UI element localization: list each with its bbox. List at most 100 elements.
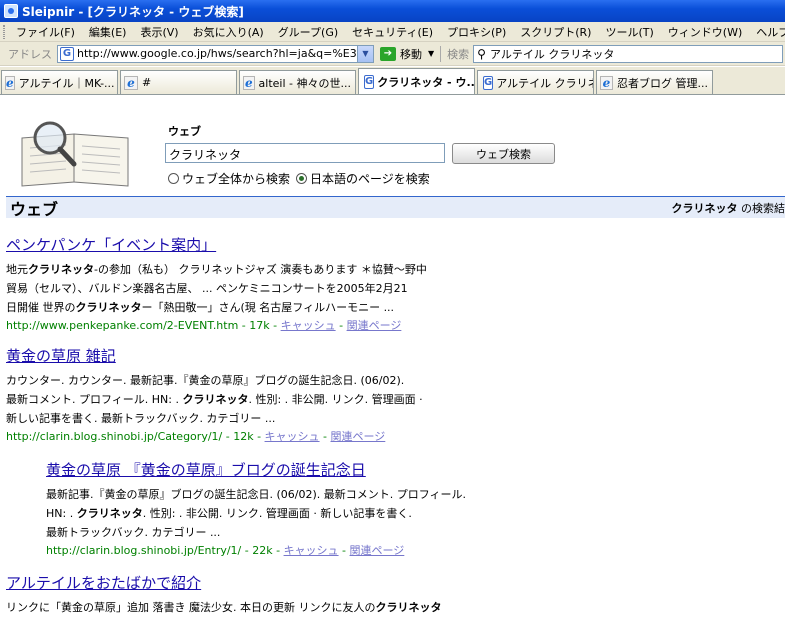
result-cache-link[interactable]: キャッシュ: [265, 430, 320, 443]
sleipnir-app-icon: [4, 4, 18, 18]
result-snippet-line: 最新コメント. プロフィール. HN: . クラリネッタ. 性別: . 非公開.…: [6, 390, 423, 409]
menu-security[interactable]: セキュリティ(E): [345, 24, 440, 40]
toolbar-grip[interactable]: [3, 25, 5, 39]
google-icon: G: [483, 76, 493, 90]
go-label: 移動: [400, 46, 422, 62]
web-search-button[interactable]: ウェブ検索: [452, 143, 555, 164]
query-highlight: クラリネッタ: [76, 301, 142, 314]
result-snippet-line: 地元クラリネッタ-の参加（私も） クラリネットジャズ 演奏もあります ＊協賛～野…: [6, 260, 427, 279]
radio-all-web-label[interactable]: ウェブ全体から検索: [182, 170, 290, 187]
result-related-link[interactable]: 関連ページ: [347, 319, 402, 332]
toolbar-search-input[interactable]: ⚲ アルテイル クラリネッタ: [473, 45, 783, 63]
result-url-line: http://clarin.blog.shinobi.jp/Entry/1/ -…: [46, 542, 466, 560]
ie-icon: e: [5, 76, 15, 90]
google-favicon-icon: G: [60, 47, 74, 61]
search-result-indented: 黄金の草原 『黄金の草原』ブログの誕生記念日 最新記事.『黄金の草原』ブログの誕…: [46, 459, 466, 560]
result-snippet-line: 最新記事.『黄金の草原』ブログの誕生記念日. (06/02). 最新コメント. …: [46, 485, 466, 504]
result-snippet-line: 新しい記事を書く. 最新トラックバック. カテゴリー ...: [6, 409, 423, 428]
tab-alteil-clarinetta[interactable]: G アルテイル クラリネ...: [477, 70, 594, 94]
book-magnifier-logo-icon: [16, 116, 136, 188]
menu-edit[interactable]: 編集(E): [82, 24, 134, 40]
address-input[interactable]: G http://www.google.co.jp/hws/search?hl=…: [57, 45, 374, 63]
ie-icon: e: [600, 76, 613, 90]
query-highlight: クラリネッタ: [375, 601, 441, 614]
search-result: ペンケパンケ「イベント案内」 地元クラリネッタ-の参加（私も） クラリネットジャ…: [6, 234, 427, 335]
address-label: アドレス: [8, 46, 52, 62]
search-result: 黄金の草原 雑記 カウンター. カウンター. 最新記事.『黄金の草原』ブログの誕…: [6, 345, 423, 446]
menu-file[interactable]: ファイル(F): [9, 24, 82, 40]
result-cache-link[interactable]: キャッシュ: [281, 319, 336, 332]
menu-bar: ファイル(F) 編集(E) 表示(V) お気に入り(A) グループ(G) セキュ…: [0, 22, 785, 42]
result-title-link[interactable]: アルテイルをおたばかで紹介: [6, 572, 441, 593]
ie-icon: e: [243, 76, 255, 90]
result-related-link[interactable]: 関連ページ: [350, 544, 405, 557]
window-title: Sleipnir - [クラリネッタ - ウェブ検索]: [22, 3, 244, 20]
search-label: 検索: [447, 46, 469, 62]
tab-label: アルテイル｜MK-...: [19, 75, 115, 91]
menu-view[interactable]: 表示(V): [133, 24, 185, 40]
radio-japanese-pages[interactable]: [296, 173, 307, 184]
tab-label: クラリネッタ - ウ...: [377, 74, 475, 90]
tab-label: 忍者ブログ 管理...: [617, 75, 708, 91]
result-url: http://clarin.blog.shinobi.jp/Category/1…: [6, 430, 254, 443]
address-dropdown-button[interactable]: ▼: [357, 46, 373, 62]
search-scope-radios: ウェブ全体から検索 日本語のページを検索: [168, 170, 436, 187]
result-url-line: http://clarin.blog.shinobi.jp/Category/1…: [6, 428, 423, 446]
address-url[interactable]: http://www.google.co.jp/hws/search?hl=ja…: [77, 47, 357, 60]
address-toolbar: アドレス G http://www.google.co.jp/hws/searc…: [0, 42, 785, 66]
radio-all-web[interactable]: [168, 173, 179, 184]
query-highlight: クラリネッタ: [77, 507, 143, 520]
radio-japanese-pages-label[interactable]: 日本語のページを検索: [310, 170, 430, 187]
tab-bar: e アルテイル｜MK-... e # e alteil - 神々の世... G …: [0, 67, 785, 95]
toolbar-separator: [440, 46, 441, 62]
result-cache-link[interactable]: キャッシュ: [284, 544, 339, 557]
result-title-link[interactable]: 黄金の草原 『黄金の草原』ブログの誕生記念日: [46, 459, 466, 480]
result-snippet-line: HN: . クラリネッタ. 性別: . 非公開. リンク. 管理画面 · 新しい…: [46, 504, 466, 523]
menu-help[interactable]: ヘルプ(H): [749, 24, 785, 40]
tab-ninja-blog[interactable]: e 忍者ブログ 管理...: [596, 70, 713, 94]
query-highlight: クラリネッタ: [28, 263, 94, 276]
tab-label: #: [142, 76, 151, 89]
result-url: http://clarin.blog.shinobi.jp/Entry/1/ -…: [46, 544, 273, 557]
results-header-title: ウェブ: [6, 196, 58, 220]
ie-icon: e: [124, 76, 138, 90]
menu-script[interactable]: スクリプト(R): [513, 24, 598, 40]
result-url: http://www.penkepanke.com/2-EVENT.htm - …: [6, 319, 270, 332]
menu-group[interactable]: グループ(G): [271, 24, 345, 40]
result-url-line: http://www.penkepanke.com/2-EVENT.htm - …: [6, 317, 427, 335]
magnifier-icon[interactable]: ⚲: [477, 47, 486, 61]
search-result: アルテイルをおたばかで紹介 リンクに「黄金の草原」追加 落書き 魔法少女. 本日…: [6, 572, 441, 617]
results-header-query: クラリネッタ: [672, 202, 738, 215]
go-arrow-icon: ➔: [380, 47, 396, 61]
toolbar-search-value[interactable]: アルテイル クラリネッタ: [490, 46, 614, 62]
tab-hash[interactable]: e #: [120, 70, 237, 94]
page-content: ウェブ クラリネッタ ウェブ検索 ウェブ全体から検索 日本語のページを検索 ウェ…: [0, 96, 785, 616]
result-related-link[interactable]: 関連ページ: [331, 430, 386, 443]
query-highlight: クラリネッタ: [182, 393, 248, 406]
menu-proxy[interactable]: プロキシ(P): [440, 24, 513, 40]
menu-tools[interactable]: ツール(T): [598, 24, 660, 40]
result-snippet-line: カウンター. カウンター. 最新記事.『黄金の草原』ブログの誕生記念日. (06…: [6, 371, 423, 390]
search-query-input[interactable]: クラリネッタ: [165, 143, 445, 163]
google-icon: G: [364, 75, 374, 89]
results-header-bar: ウェブ クラリネッタ の検索結: [6, 196, 785, 218]
go-button[interactable]: ➔ 移動 ▼: [380, 46, 434, 62]
go-dropdown-icon[interactable]: ▼: [428, 49, 434, 58]
result-snippet-line: リンクに「黄金の草原」追加 落書き 魔法少女. 本日の更新 リンクに友人のクラリ…: [6, 598, 441, 617]
tab-label: alteil - 神々の世...: [259, 75, 351, 91]
search-web-label: ウェブ: [168, 123, 201, 139]
tab-label: アルテイル クラリネ...: [496, 75, 594, 91]
results-header-suffix: の検索結: [738, 202, 785, 215]
menu-favorites[interactable]: お気に入り(A): [186, 24, 271, 40]
result-snippet-line: 日開催 世界のクラリネッター「熱田敬一」さん(現 名古屋フィルハーモニー ...: [6, 298, 427, 317]
result-snippet-line: 最新トラックバック. カテゴリー ...: [46, 523, 466, 542]
result-title-link[interactable]: ペンケパンケ「イベント案内」: [6, 234, 427, 255]
menu-window[interactable]: ウィンドウ(W): [661, 24, 749, 40]
tab-alteil-mk[interactable]: e アルテイル｜MK-...: [1, 70, 118, 94]
result-title-link[interactable]: 黄金の草原 雑記: [6, 345, 423, 366]
result-snippet-line: 貿易（セルマ）、バルドン楽器名古屋、 ... ペンケミニコンサートを2005年2…: [6, 279, 427, 298]
window-titlebar: Sleipnir - [クラリネッタ - ウェブ検索]: [0, 0, 785, 22]
results-header-summary: クラリネッタ の検索結: [672, 200, 785, 216]
tab-clarinetta-search[interactable]: G クラリネッタ - ウ...: [358, 68, 475, 94]
tab-alteil-world[interactable]: e alteil - 神々の世...: [239, 70, 356, 94]
